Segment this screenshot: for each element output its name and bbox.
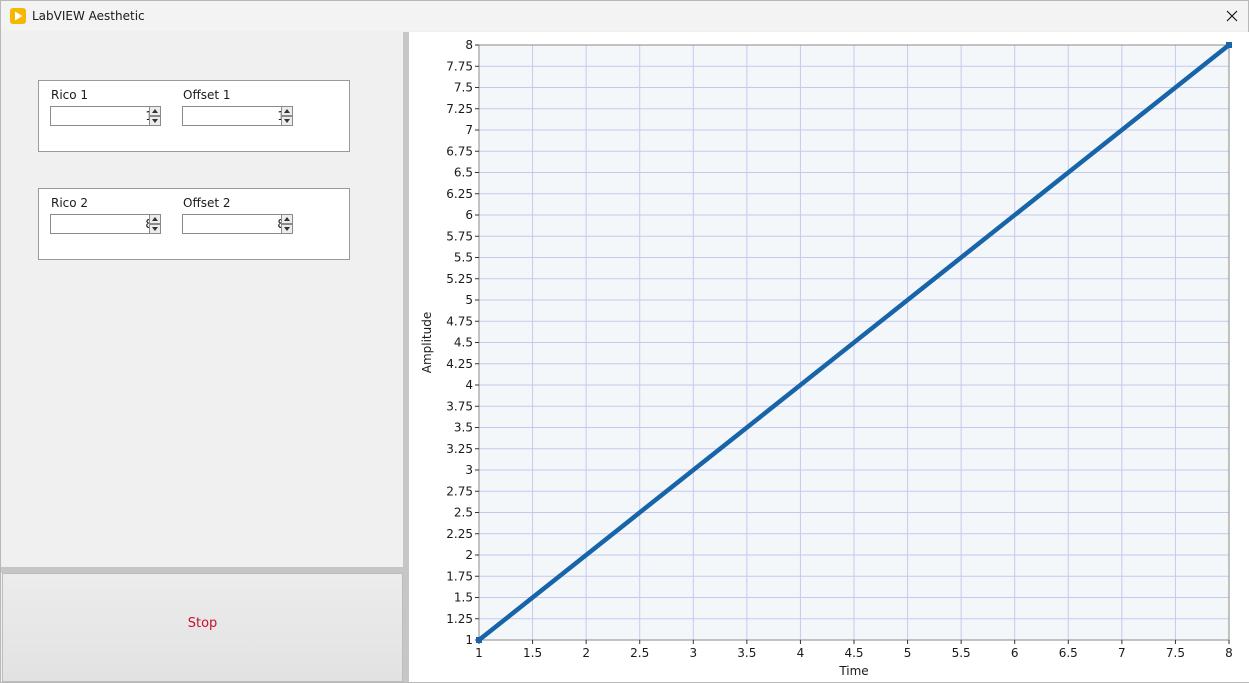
y-tick-label: 6.25	[446, 187, 473, 201]
rico-2-increment-button[interactable]	[149, 214, 161, 224]
x-tick-label: 6.5	[1059, 646, 1078, 660]
y-tick-label: 7	[465, 123, 473, 137]
x-tick-label: 5	[904, 646, 912, 660]
arrow-up-icon	[152, 109, 158, 113]
data-point	[1226, 42, 1232, 48]
y-tick-label: 4.75	[446, 314, 473, 328]
offset-2-input[interactable]: 8	[182, 214, 290, 234]
offset-1-input[interactable]: 1	[182, 106, 290, 126]
x-tick-label: 2	[582, 646, 590, 660]
rico-2-input[interactable]: 8	[50, 214, 158, 234]
x-tick-label: 8	[1225, 646, 1233, 660]
y-tick-label: 3.5	[454, 421, 473, 435]
waveform-chart: 1 1.5 2 2.5 3 3.5 4 4.5 5 5.5 6 6.5 7 7.5 8 1 1.25 1.5 1.7…	[420, 38, 1233, 678]
x-tick-label: 1	[475, 646, 483, 660]
y-tick-label: 6	[465, 208, 473, 222]
arrow-down-icon	[284, 227, 290, 231]
offset-1-decrement-button[interactable]	[281, 116, 293, 126]
y-tick-label: 2	[465, 548, 473, 562]
data-point	[476, 637, 482, 643]
y-tick-label: 3.75	[446, 399, 473, 413]
x-tick-label: 4.5	[844, 646, 863, 660]
x-tick-label: 7	[1118, 646, 1126, 660]
waveform-graph: 1 1.5 2 2.5 3 3.5 4 4.5 5 5.5 6 6.5 7 7.5 8 1 1.25 1.5 1.7…	[409, 32, 1249, 682]
x-tick-label: 5.5	[952, 646, 971, 660]
x-tick-label: 1.5	[523, 646, 542, 660]
y-tick-label: 6.5	[454, 166, 473, 180]
arrow-up-icon	[152, 217, 158, 221]
y-tick-label: 6.75	[446, 144, 473, 158]
x-tick-label: 4	[797, 646, 805, 660]
arrow-down-icon	[284, 119, 290, 123]
rico-1-input[interactable]: 1	[50, 106, 158, 126]
x-tick-label: 3.5	[737, 646, 756, 660]
window-title: LabVIEW Aesthetic	[32, 9, 145, 23]
y-tick-label: 8	[465, 38, 473, 52]
controls-pane: Rico 1 1 Offset 1 1 Rico 2 8	[1, 32, 403, 567]
close-icon	[1226, 10, 1238, 22]
stop-button-label: Stop	[187, 616, 218, 631]
play-icon	[10, 8, 26, 24]
y-tick-label: 3.25	[446, 442, 473, 456]
y-tick-label: 5.5	[454, 251, 473, 265]
x-tick-label: 2.5	[630, 646, 649, 660]
rico-1-label: Rico 1	[51, 88, 89, 102]
application-window: LabVIEW Aesthetic Rico 1 1 Offset 1 1	[0, 0, 1249, 683]
title-bar[interactable]: LabVIEW Aesthetic	[1, 1, 1248, 31]
y-tick-label: 1.25	[446, 612, 473, 626]
rico-2-label: Rico 2	[51, 196, 89, 210]
rico-1-increment-button[interactable]	[149, 106, 161, 116]
arrow-up-icon	[284, 217, 290, 221]
y-tick-label: 1	[465, 633, 473, 647]
y-axis-title: Amplitude	[420, 312, 434, 374]
offset-2-label: Offset 2	[183, 196, 231, 210]
x-tick-label: 7.5	[1166, 646, 1185, 660]
arrow-up-icon	[284, 109, 290, 113]
x-axis-title: Time	[838, 664, 868, 678]
y-tick-label: 1.75	[446, 569, 473, 583]
offset-1-label: Offset 1	[183, 88, 231, 102]
y-tick-label: 7.75	[446, 59, 473, 73]
x-tick-label: 3	[689, 646, 697, 660]
offset-2-increment-button[interactable]	[281, 214, 293, 224]
control-group-2: Rico 2 8 Offset 2 8	[38, 188, 350, 260]
y-tick-label: 4	[465, 378, 473, 392]
y-tick-label: 3	[465, 463, 473, 477]
y-tick-label: 4.25	[446, 357, 473, 371]
y-tick-label: 4.5	[454, 336, 473, 350]
arrow-down-icon	[152, 227, 158, 231]
y-tick-label: 5.25	[446, 272, 473, 286]
control-group-1: Rico 1 1 Offset 1 1	[38, 80, 350, 152]
rico-2-decrement-button[interactable]	[149, 224, 161, 234]
close-button[interactable]	[1216, 1, 1248, 31]
y-tick-label: 5	[465, 293, 473, 307]
y-tick-label: 7.25	[446, 102, 473, 116]
y-tick-label: 5.75	[446, 229, 473, 243]
y-tick-label: 2.5	[454, 506, 473, 520]
stop-button[interactable]: Stop	[2, 573, 403, 682]
y-tick-label: 7.5	[454, 81, 473, 95]
rico-1-decrement-button[interactable]	[149, 116, 161, 126]
x-tick-label: 6	[1011, 646, 1019, 660]
offset-1-increment-button[interactable]	[281, 106, 293, 116]
y-tick-label: 1.5	[454, 591, 473, 605]
offset-2-decrement-button[interactable]	[281, 224, 293, 234]
arrow-down-icon	[152, 119, 158, 123]
y-tick-label: 2.25	[446, 527, 473, 541]
y-tick-label: 2.75	[446, 484, 473, 498]
